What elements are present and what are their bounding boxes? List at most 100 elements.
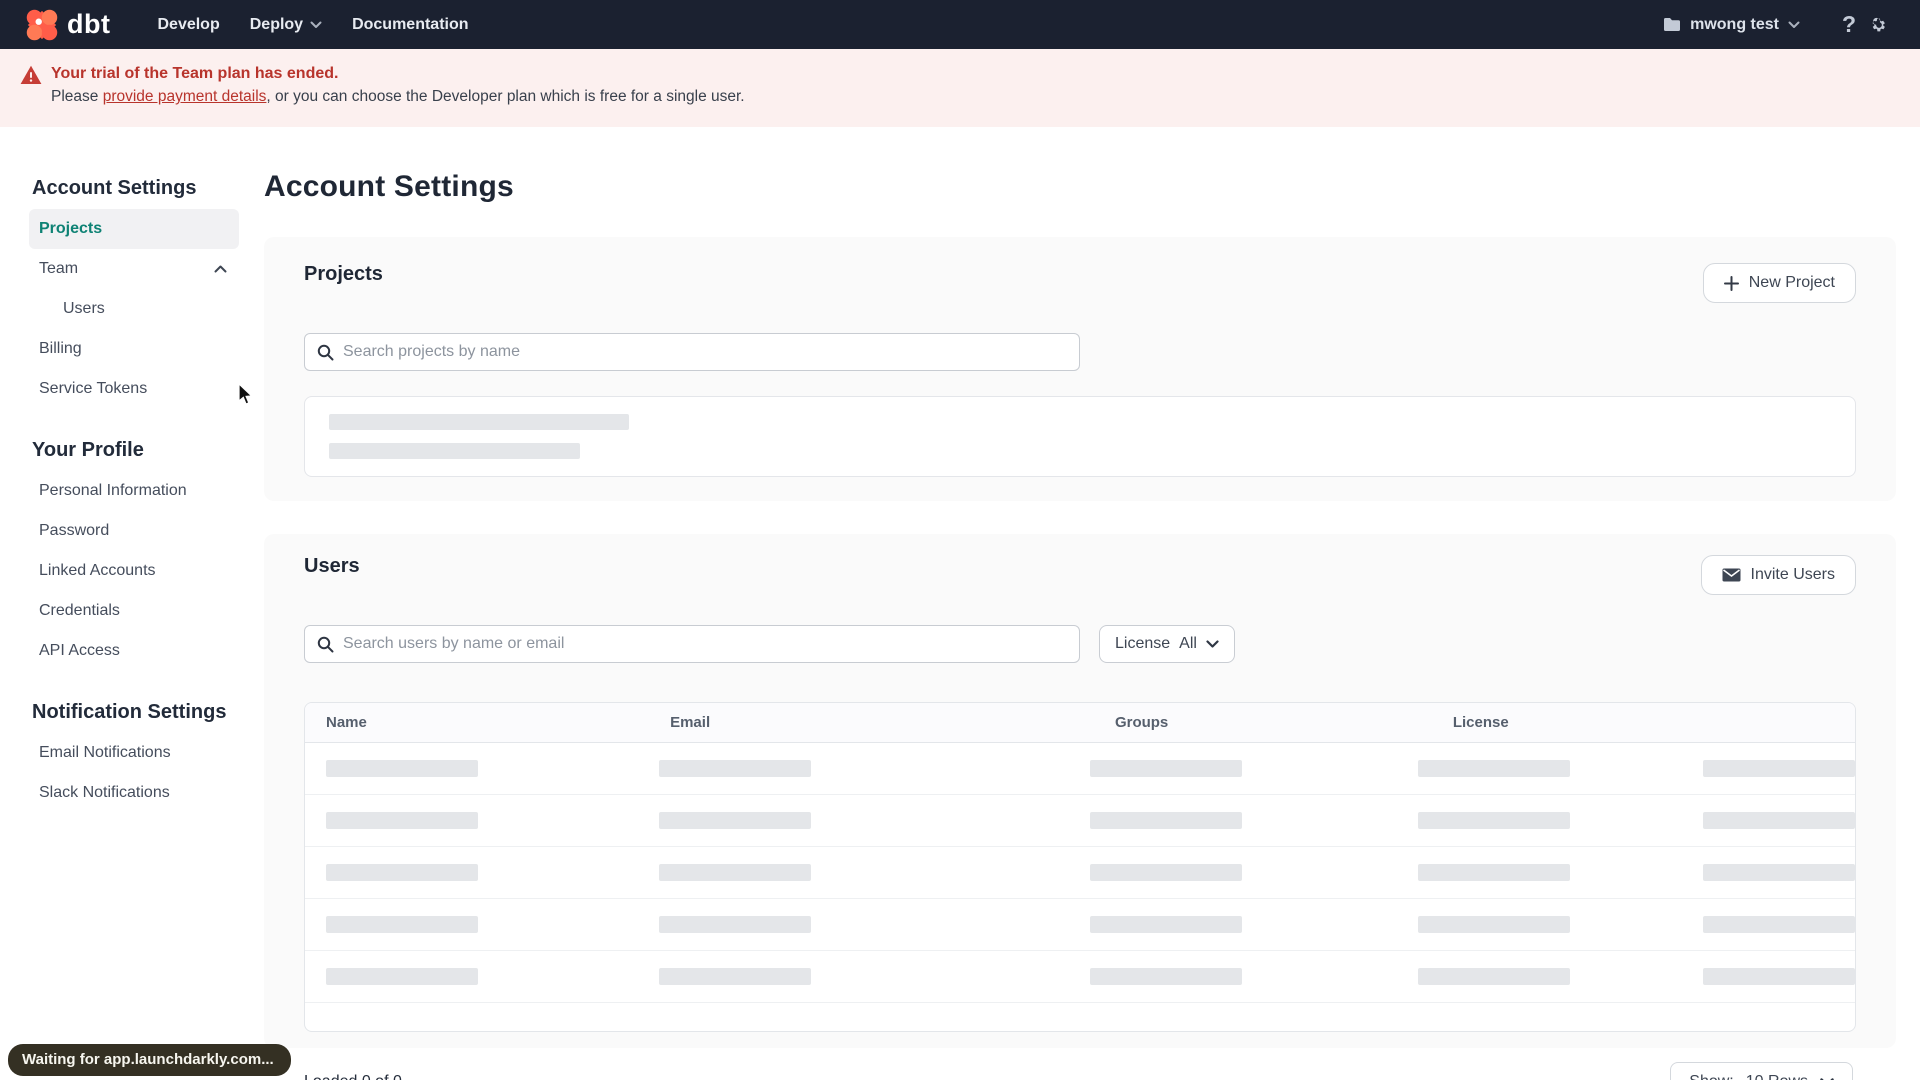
sidebar-item-team[interactable]: Team <box>29 249 239 289</box>
sidebar-item-api-access[interactable]: API Access <box>29 631 239 671</box>
column-header-groups: Groups <box>1114 714 1169 731</box>
projects-search-input[interactable] <box>343 343 1067 361</box>
users-search-input[interactable] <box>343 635 1067 653</box>
sidebar-item-email-notifications[interactable]: Email Notifications <box>29 733 239 773</box>
search-icon <box>317 636 334 652</box>
new-project-button[interactable]: New Project <box>1702 263 1856 303</box>
projects-heading: Projects <box>304 263 383 285</box>
projects-section: Projects New Project <box>264 237 1896 501</box>
dbt-logo-icon <box>26 9 58 40</box>
trial-ended-banner: Your trial of the Team plan has ended. P… <box>0 49 1920 127</box>
dbt-logo[interactable]: dbt <box>26 9 110 41</box>
users-table-header: Name Email Groups License <box>305 703 1855 743</box>
table-row <box>305 795 1855 847</box>
column-header-license: License <box>1452 714 1509 731</box>
menu-documentation[interactable]: Documentation <box>337 0 483 49</box>
sidebar-item-users[interactable]: Users <box>29 289 239 329</box>
plus-icon <box>1723 275 1739 291</box>
envelope-icon <box>1722 568 1741 582</box>
chevron-up-icon <box>214 265 227 273</box>
chevron-down-icon <box>1206 640 1219 648</box>
table-row <box>305 847 1855 899</box>
users-heading: Users <box>304 555 360 577</box>
users-header: Users Invite Users <box>304 555 1856 595</box>
skeleton-bar <box>659 968 812 985</box>
skeleton-bar <box>326 864 478 881</box>
skeleton-bar <box>1090 864 1243 881</box>
sidebar-item-credentials[interactable]: Credentials <box>29 591 239 631</box>
sidebar-item-password[interactable]: Password <box>29 511 239 551</box>
folder-icon <box>1664 18 1681 31</box>
projects-loading-panel <box>304 396 1856 477</box>
chevron-down-icon <box>310 21 322 28</box>
skeleton-bar <box>659 916 812 933</box>
main-menu: Develop Deploy Documentation <box>142 0 483 49</box>
users-table-body <box>305 743 1855 1003</box>
column-header-email: Email <box>670 714 711 731</box>
sidebar-item-service-tokens[interactable]: Service Tokens <box>29 369 239 409</box>
gear-icon <box>1872 17 1886 31</box>
sidebar-item-slack-notifications[interactable]: Slack Notifications <box>29 773 239 813</box>
sidebar-item-projects[interactable]: Projects <box>29 209 239 249</box>
warning-icon <box>20 65 42 84</box>
sidebar-heading-account-settings: Account Settings <box>32 177 197 199</box>
skeleton-bar <box>1417 864 1570 881</box>
help-button[interactable]: ? <box>1834 10 1864 40</box>
skeleton-bar <box>1703 864 1855 881</box>
banner-title: Your trial of the Team plan has ended. <box>51 65 339 82</box>
skeleton-bar <box>1090 968 1243 985</box>
users-section: Users Invite Users Search users by name … <box>264 534 1896 1048</box>
sidebar-heading-your-profile: Your Profile <box>32 439 144 461</box>
page-layout: Account Settings Projects Team Users Bil… <box>0 127 1920 1080</box>
main-content: Account Settings Projects New Project Se… <box>264 127 1920 1080</box>
users-table: Name Email Groups License <box>304 702 1856 1032</box>
browser-status-tooltip: Waiting for app.launchdarkly.com... <box>8 1044 291 1076</box>
search-icon <box>317 344 334 360</box>
table-row <box>305 899 1855 951</box>
skeleton-bar <box>1090 812 1243 829</box>
skeleton-bar <box>329 414 629 430</box>
top-navigation-bar: dbt Develop Deploy Documentation mwong t… <box>0 0 1920 49</box>
sidebar-heading-notification-settings: Notification Settings <box>32 701 227 723</box>
settings-button[interactable] <box>1864 10 1894 40</box>
invite-users-button[interactable]: Invite Users <box>1700 555 1856 595</box>
skeleton-bar <box>659 812 812 829</box>
skeleton-bar <box>1703 760 1855 777</box>
chevron-down-icon <box>1788 21 1800 28</box>
rows-per-page-dropdown[interactable]: Show: 10 Rows <box>1670 1062 1853 1080</box>
users-list-footer: Loaded 0 of 0 Show: 10 Rows <box>264 1062 1896 1080</box>
banner-text: Your trial of the Team plan has ended. P… <box>51 62 745 109</box>
sidebar-item-personal-information[interactable]: Personal Information <box>29 471 239 511</box>
projects-search <box>304 333 1080 371</box>
table-row <box>305 951 1855 1003</box>
skeleton-bar <box>1417 760 1570 777</box>
skeleton-bar <box>659 864 812 881</box>
provide-payment-details-link[interactable]: provide payment details <box>103 88 267 105</box>
column-header-name: Name <box>326 714 367 731</box>
dbt-logo-text: dbt <box>67 9 111 39</box>
skeleton-bar <box>1703 916 1855 933</box>
skeleton-bar <box>326 812 478 829</box>
menu-deploy[interactable]: Deploy <box>235 0 337 49</box>
skeleton-bar <box>1090 760 1243 777</box>
help-icon: ? <box>1841 11 1857 37</box>
skeleton-bar <box>1703 968 1855 985</box>
menu-develop[interactable]: Develop <box>142 0 234 49</box>
skeleton-bar <box>326 968 478 985</box>
skeleton-bar <box>326 916 478 933</box>
license-filter-dropdown[interactable]: License All <box>1099 625 1235 663</box>
skeleton-bar <box>1417 968 1570 985</box>
settings-sidebar: Account Settings Projects Team Users Bil… <box>0 127 264 1080</box>
account-switcher[interactable]: mwong test <box>1663 16 1800 34</box>
sidebar-item-billing[interactable]: Billing <box>29 329 239 369</box>
page-title: Account Settings <box>264 170 514 203</box>
skeleton-bar <box>326 760 478 777</box>
projects-header: Projects New Project <box>304 263 1856 303</box>
users-filter-row: License All <box>304 595 1856 663</box>
loaded-count-text: Loaded 0 of 0 <box>304 1073 402 1080</box>
sidebar-item-linked-accounts[interactable]: Linked Accounts <box>29 551 239 591</box>
banner-body: Please provide payment details, or you c… <box>51 88 745 106</box>
skeleton-bar <box>1417 812 1570 829</box>
account-name: mwong test <box>1690 15 1779 33</box>
skeleton-bar <box>1703 812 1855 829</box>
